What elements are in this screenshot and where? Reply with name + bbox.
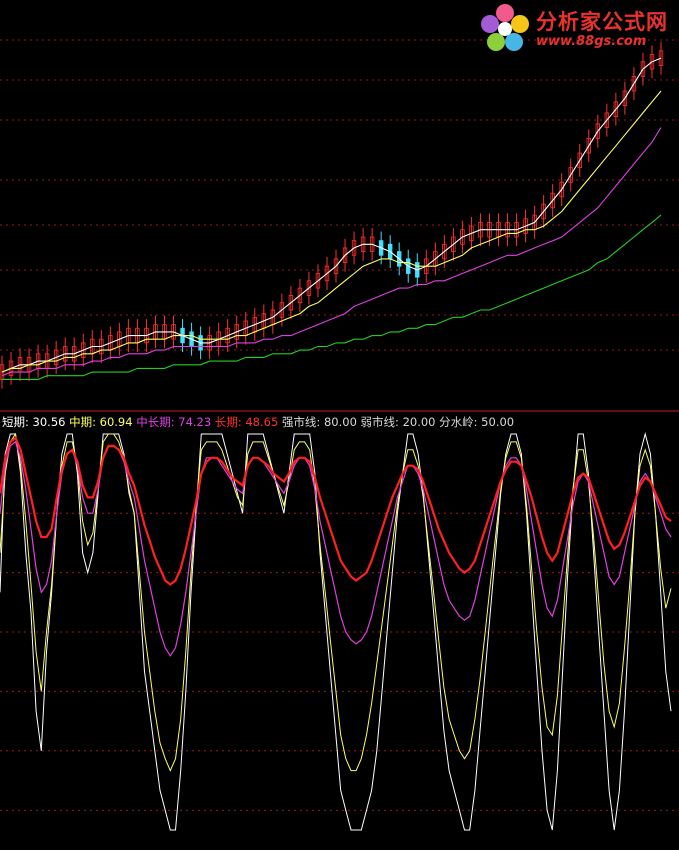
legend-item: 长期: 48.65 [214,415,282,429]
logo: 分析家公式网 www.88gs.com [478,2,678,54]
indicator-legend: 短期: 30.56 中期: 60.94 中长期: 74.23 长期: 48.65… [2,414,514,430]
oscillator-line [0,432,672,772]
legend-item: 中长期: 74.23 [136,415,215,429]
logo-text: 分析家公式网 [536,10,668,34]
legend-item: 弱市线: 20.00 [360,415,440,429]
legend-item: 强市线: 80.00 [281,415,361,429]
logo-url: www.88gs.com [536,34,647,49]
legend-item: 中期: 60.94 [69,415,137,429]
legend-item: 分水岭: 50.00 [439,415,515,429]
flower-logo-icon [481,4,529,51]
legend-item: 短期: 30.56 [2,415,70,429]
ma-line [1,57,662,373]
ma-line [1,90,662,373]
